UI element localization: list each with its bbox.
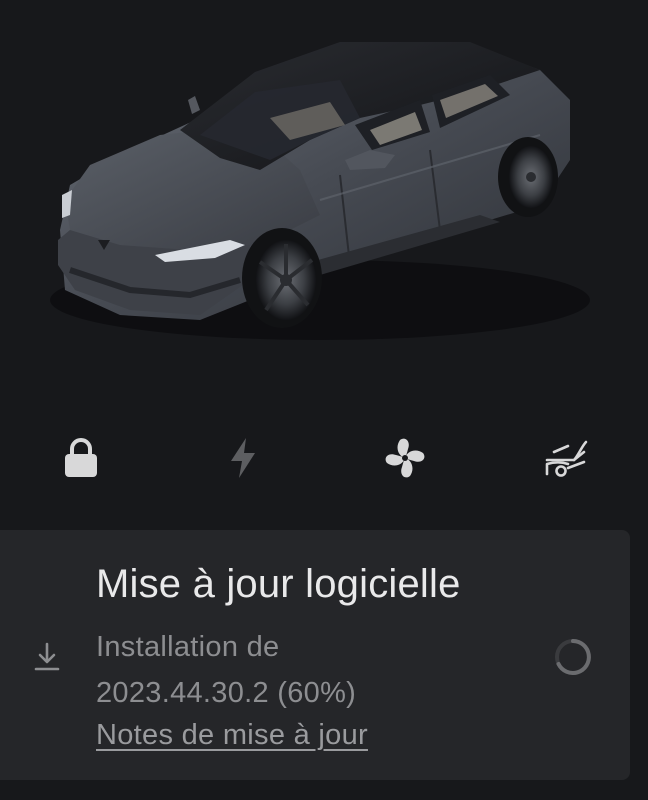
update-status-text: Installation de 2023.44.30.2 (60%) xyxy=(96,624,516,716)
lock-icon xyxy=(65,438,97,477)
quick-controls-bar xyxy=(0,418,648,498)
charge-control[interactable] xyxy=(162,418,324,498)
software-update-title: Mise à jour logicielle xyxy=(96,562,461,606)
lightning-icon xyxy=(231,438,255,478)
fan-icon xyxy=(385,438,425,478)
update-status-line1: Installation de xyxy=(96,631,280,663)
loading-spinner-icon xyxy=(552,636,594,683)
release-notes-link[interactable]: Notes de mise à jour xyxy=(96,719,368,752)
climate-control[interactable] xyxy=(324,418,486,498)
vehicle-app-screen: Mise à jour logicielle Installation de 2… xyxy=(0,0,648,800)
car-illustration xyxy=(50,42,590,340)
update-version-progress: 2023.44.30.2 (60%) xyxy=(96,677,357,709)
frunk-control[interactable] xyxy=(486,418,648,498)
lock-control[interactable] xyxy=(0,418,162,498)
frunk-open-icon xyxy=(545,440,588,477)
vehicle-image xyxy=(0,0,648,400)
download-icon xyxy=(30,640,64,679)
